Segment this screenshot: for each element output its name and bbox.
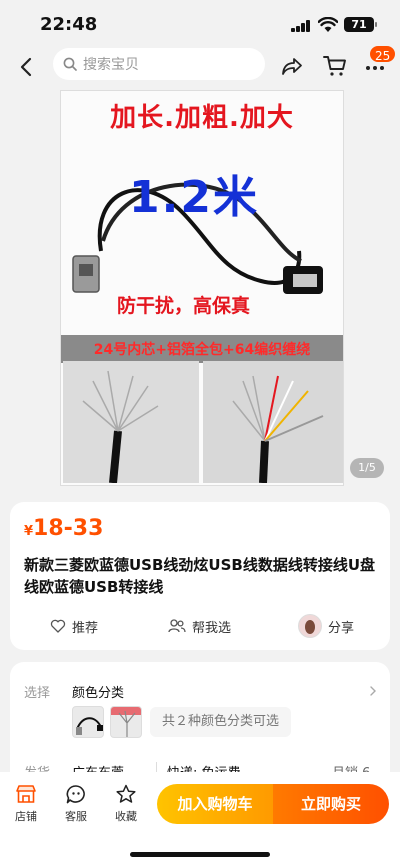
chevron-right-icon [370, 686, 376, 696]
status-bar: 22:48 71 [0, 0, 400, 48]
recommend-button[interactable]: 推荐 [50, 608, 98, 644]
add-to-cart-button[interactable]: 加入购物车 [157, 784, 273, 824]
photo-caption-mid: 防干扰，高保真 [117, 295, 251, 317]
chat-icon [66, 785, 85, 804]
home-indicator [130, 852, 270, 857]
product-gallery[interactable]: 加长.加粗.加大 1.2米 防干扰，高保真 24号内芯+铝箔全包+64编织缠绕 [0, 90, 400, 490]
tab-service[interactable]: 客服 [56, 784, 96, 824]
wire-closeup-left [63, 361, 199, 484]
back-icon[interactable] [14, 54, 40, 80]
select-value: 颜色分类 [72, 686, 125, 701]
top-nav: 搜索宝贝 25 [0, 44, 400, 90]
product-actions: 推荐 帮我选 分享 [10, 608, 390, 644]
tab-favorite[interactable]: 收藏 [106, 784, 146, 824]
product-photo[interactable]: 加长.加粗.加大 1.2米 防干扰，高保真 24号内芯+铝箔全包+64编织缠绕 [60, 90, 344, 486]
share-label: 分享 [328, 620, 355, 636]
tab-store-label: 店铺 [15, 810, 37, 823]
wire-closeup-right [203, 361, 343, 484]
option-thumb-1[interactable] [72, 706, 104, 738]
options-summary[interactable]: 共２种颜色分类可选 [150, 707, 292, 737]
photo-caption-top: 加长.加粗.加大 [110, 103, 294, 133]
tab-store[interactable]: 店铺 [6, 784, 46, 824]
signal-icon [291, 20, 311, 32]
help-choose-button[interactable]: 帮我选 [168, 608, 231, 644]
avatar [298, 614, 322, 638]
select-label: 选择 [24, 686, 51, 701]
price: ¥18-33 [24, 516, 103, 541]
tab-service-label: 客服 [65, 810, 87, 823]
search-placeholder: 搜索宝贝 [83, 57, 139, 73]
wifi-icon [318, 17, 338, 32]
search-bar[interactable]: 搜索宝贝 [53, 48, 265, 80]
product-title: 新款三菱欧蓝德USB线劲炫USB线数据线转接线U盘线欧蓝德USB转接线 [24, 556, 376, 596]
buy-now-button[interactable]: 立即购买 [273, 784, 389, 824]
share-icon[interactable] [280, 54, 304, 78]
heart-icon [50, 619, 66, 633]
share-button[interactable]: 分享 [298, 608, 354, 644]
recommend-label: 推荐 [72, 620, 99, 636]
help-choose-label: 帮我选 [192, 620, 232, 636]
cart-icon[interactable] [322, 53, 348, 79]
search-icon [63, 57, 77, 71]
tab-favorite-label: 收藏 [115, 810, 137, 823]
photo-caption-length: 1.2米 [129, 172, 259, 223]
price-currency: ¥ [24, 524, 34, 539]
people-icon [168, 619, 186, 633]
bottom-bar: 店铺 客服 收藏 加入购物车 立即购买 [0, 772, 400, 865]
cart-badge: 25 [368, 44, 398, 64]
star-icon [116, 784, 136, 803]
price-amount: 18-33 [33, 516, 104, 541]
photo-caption-strip: 24号内芯+铝箔全包+64编织缠绕 [93, 342, 311, 358]
battery-icon: 71 [344, 17, 377, 32]
price-card: ¥18-33 新款三菱欧蓝德USB线劲炫USB线数据线转接线U盘线欧蓝德USB转… [10, 502, 390, 650]
gallery-counter: 1/5 [350, 458, 384, 478]
store-icon [16, 785, 36, 803]
status-time: 22:48 [40, 14, 98, 35]
option-thumb-2[interactable] [110, 706, 142, 738]
